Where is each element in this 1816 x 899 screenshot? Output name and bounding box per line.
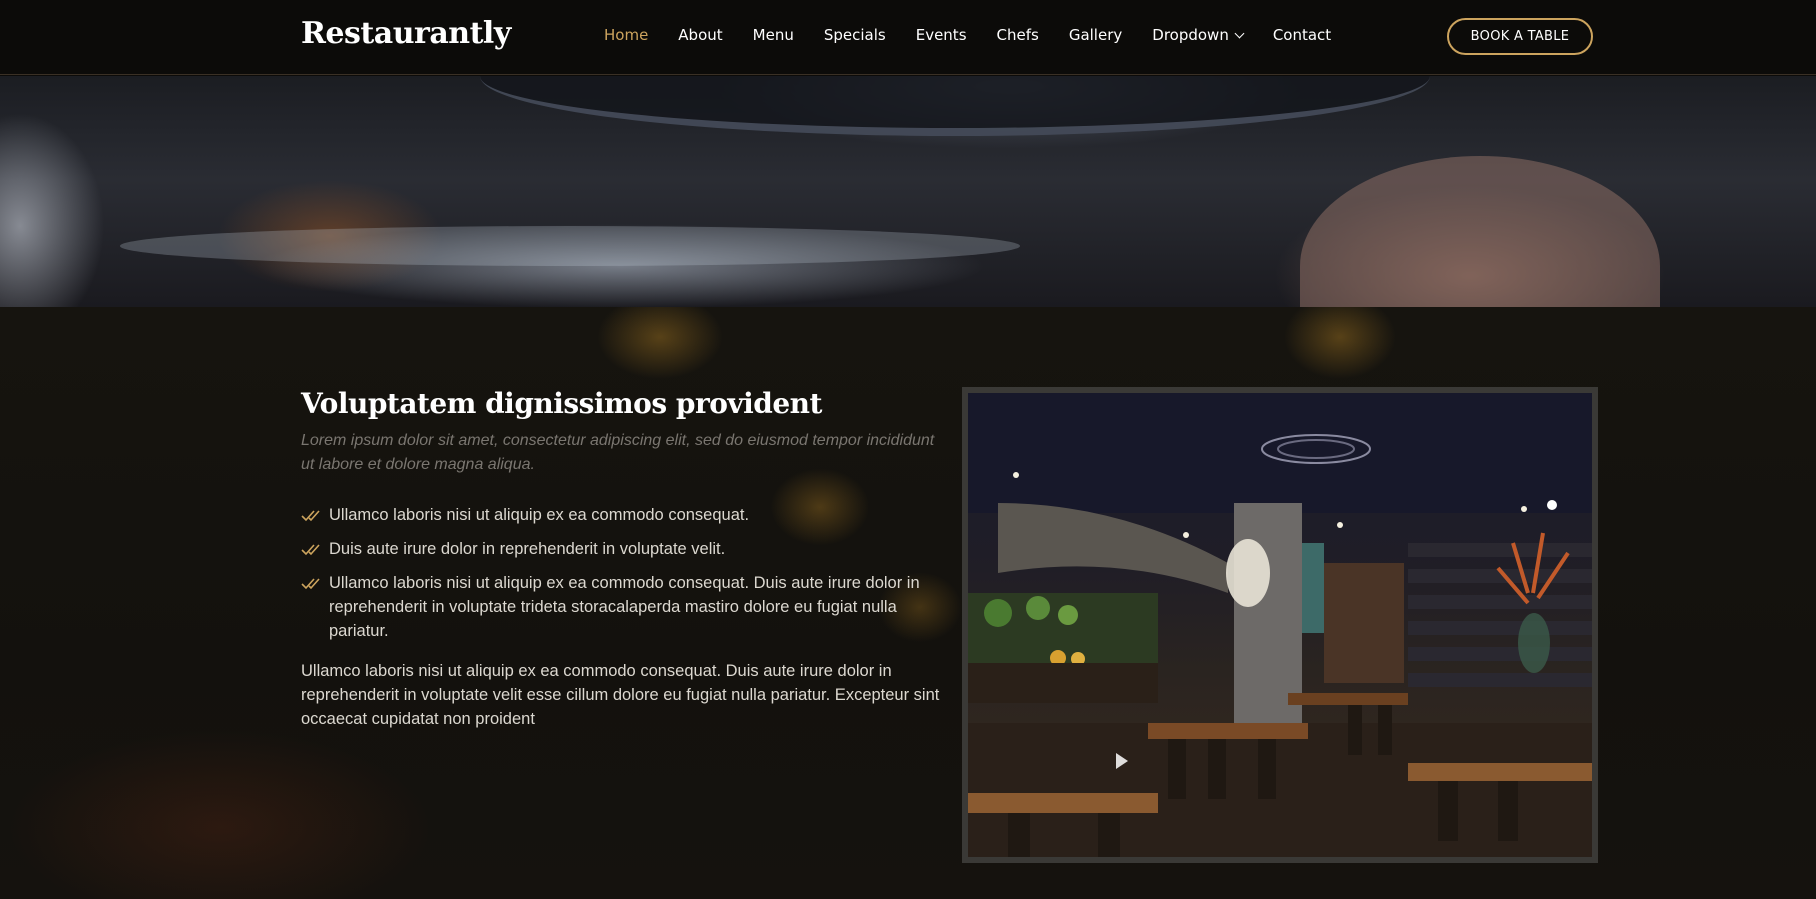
double-check-icon: [301, 544, 320, 556]
site-logo[interactable]: Restaurantly: [301, 16, 511, 51]
book-table-button[interactable]: BOOK A TABLE: [1447, 18, 1593, 55]
list-item: Duis aute irure dolor in reprehenderit i…: [301, 537, 941, 561]
feature-text: Ullamco laboris nisi ut aliquip ex ea co…: [329, 506, 750, 524]
double-check-icon: [301, 510, 320, 522]
nav-item-label: Contact: [1272, 26, 1332, 44]
feature-text: Ullamco laboris nisi ut aliquip ex ea co…: [329, 574, 920, 640]
hero-hand-shape: [1300, 156, 1660, 307]
feature-text: Duis aute irure dolor in reprehenderit i…: [329, 540, 726, 558]
double-check-icon: [301, 578, 320, 590]
nav-item-label: Gallery: [1068, 26, 1123, 44]
about-paragraph: Ullamco laboris nisi ut aliquip ex ea co…: [301, 662, 940, 728]
nav-item-specials[interactable]: Specials: [824, 26, 886, 44]
nav-item-label: About: [678, 26, 723, 44]
nav-item-contact[interactable]: Contact: [1273, 26, 1331, 44]
restaurant-illustration: [968, 393, 1592, 857]
about-section: Voluptatem dignissimos provident Lorem i…: [0, 307, 1816, 899]
main-nav: Home About Menu Specials Events Chefs Ga…: [604, 26, 1331, 44]
nav-item-dropdown[interactable]: Dropdown: [1152, 26, 1245, 44]
nav-item-label: Specials: [823, 26, 886, 44]
chevron-down-icon: [1234, 28, 1245, 38]
section-lead: Lorem ipsum dolor sit amet, consectetur …: [301, 432, 935, 473]
nav-item-label: Chefs: [996, 26, 1039, 44]
hero-image: [0, 76, 1816, 307]
hero-plate-shape: [480, 76, 1430, 136]
section-title: Voluptatem dignissimos provident: [301, 387, 822, 420]
nav-item-label: Menu: [752, 26, 794, 44]
list-item: Ullamco laboris nisi ut aliquip ex ea co…: [301, 571, 941, 643]
nav-item-menu[interactable]: Menu: [753, 26, 794, 44]
site-header: Restaurantly Home About Menu Specials Ev…: [0, 0, 1816, 75]
nav-item-home[interactable]: Home: [604, 26, 648, 44]
list-item: Ullamco laboris nisi ut aliquip ex ea co…: [301, 503, 941, 527]
nav-item-events[interactable]: Events: [916, 26, 967, 44]
hero-cutlery-shape: [120, 226, 1020, 266]
feature-list: Ullamco laboris nisi ut aliquip ex ea co…: [301, 503, 941, 653]
nav-item-label: Home: [604, 26, 649, 44]
nav-item-label: Dropdown: [1152, 26, 1229, 44]
nav-item-label: Events: [915, 26, 967, 44]
nav-item-about[interactable]: About: [678, 26, 722, 44]
nav-item-chefs[interactable]: Chefs: [997, 26, 1039, 44]
restaurant-image-frame: [962, 387, 1598, 863]
restaurant-interior-image: [968, 393, 1592, 857]
nav-item-gallery[interactable]: Gallery: [1069, 26, 1122, 44]
